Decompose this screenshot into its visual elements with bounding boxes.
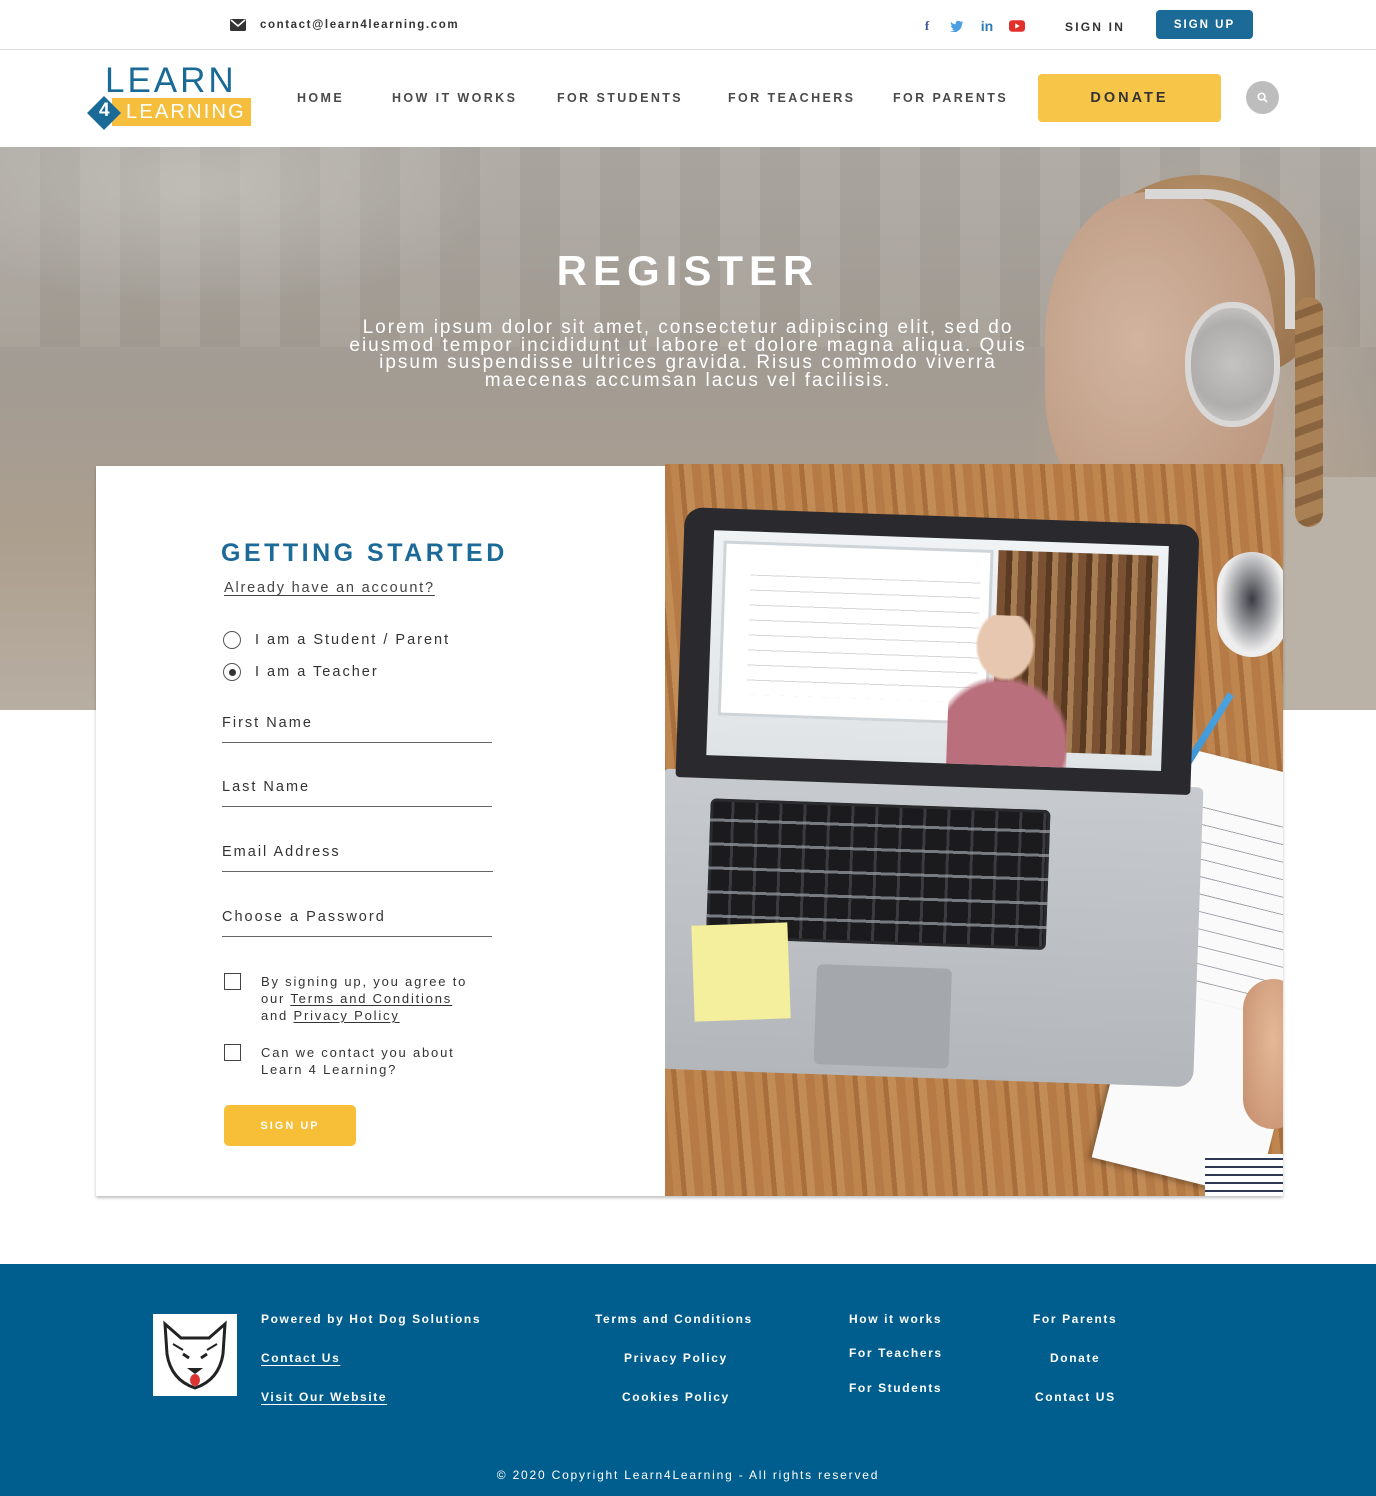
radio-circle bbox=[223, 631, 241, 649]
footer-for-students-link[interactable]: For Students bbox=[849, 1381, 942, 1395]
husky-dog-icon bbox=[163, 1320, 227, 1390]
first-name-field bbox=[222, 707, 492, 743]
role-teacher-radio[interactable]: I am a Teacher bbox=[223, 663, 379, 681]
nav-how-it-works[interactable]: HOW IT WORKS bbox=[392, 91, 517, 105]
laptop-photo bbox=[665, 464, 1283, 1196]
email-field bbox=[222, 836, 493, 872]
nav-for-parents[interactable]: FOR PARENTS bbox=[893, 91, 1008, 105]
privacy-policy-link[interactable]: Privacy Policy bbox=[294, 1008, 400, 1023]
logo-learn-text: LEARN bbox=[105, 61, 237, 100]
logo-learning-text: LEARNING bbox=[126, 101, 246, 123]
footer: Powered by Hot Dog Solutions Contact Us … bbox=[0, 1264, 1376, 1496]
footer-for-parents-link[interactable]: For Parents bbox=[1033, 1312, 1117, 1326]
footer-privacy-link[interactable]: Privacy Policy bbox=[624, 1351, 728, 1365]
terms-and: and bbox=[261, 1008, 294, 1023]
sign-up-button[interactable]: SIGN UP bbox=[1156, 10, 1253, 39]
twitter-icon[interactable] bbox=[947, 18, 967, 34]
footer-contact-link[interactable]: Contact US bbox=[1035, 1390, 1116, 1404]
terms-our: our bbox=[261, 991, 291, 1006]
footer-for-teachers-link[interactable]: For Teachers bbox=[849, 1346, 943, 1360]
photo-sleeve bbox=[1205, 1154, 1283, 1196]
linkedin-icon[interactable]: in bbox=[977, 18, 997, 34]
radio-label: I am a Student / Parent bbox=[255, 632, 451, 648]
logo-bar: LEARNING bbox=[112, 98, 251, 126]
nav-for-teachers[interactable]: FOR TEACHERS bbox=[728, 91, 855, 105]
photo-pencil-cup bbox=[1217, 552, 1283, 657]
logo-four: 4 bbox=[99, 100, 110, 121]
hot-dog-solutions-logo bbox=[153, 1314, 237, 1396]
last-name-input[interactable] bbox=[222, 771, 492, 803]
password-field bbox=[222, 901, 492, 937]
nav-home[interactable]: HOME bbox=[297, 91, 344, 105]
site-logo[interactable]: LEARN LEARNING 4 bbox=[87, 61, 254, 130]
radio-circle-selected bbox=[223, 663, 241, 681]
sign-in-link[interactable]: SIGN IN bbox=[1065, 20, 1125, 34]
terms-checkbox[interactable] bbox=[224, 973, 241, 990]
teacher-figure bbox=[946, 613, 1072, 768]
contact-email-link[interactable]: contact@learn4learning.com bbox=[230, 18, 459, 32]
contact-consent-text: Can we contact you about Learn 4 Learnin… bbox=[261, 1044, 455, 1078]
radio-label: I am a Teacher bbox=[255, 664, 379, 680]
search-icon bbox=[1257, 92, 1268, 103]
footer-powered-by: Powered by Hot Dog Solutions bbox=[261, 1312, 482, 1326]
youtube-icon[interactable] bbox=[1007, 18, 1027, 34]
email-input[interactable] bbox=[222, 836, 493, 868]
form-heading: GETTING STARTED bbox=[221, 539, 508, 567]
top-bar: contact@learn4learning.com f in SIGN IN … bbox=[0, 0, 1376, 50]
whiteboard-writing bbox=[746, 574, 981, 703]
already-have-account-link[interactable]: Already have an account? bbox=[224, 580, 435, 596]
copyright: © 2020 Copyright Learn4Learning - All ri… bbox=[496, 1468, 880, 1482]
first-name-input[interactable] bbox=[222, 707, 492, 739]
role-student-parent-radio[interactable]: I am a Student / Parent bbox=[223, 631, 450, 649]
nav-for-students[interactable]: FOR STUDENTS bbox=[557, 91, 683, 105]
laptop-screen bbox=[706, 530, 1169, 771]
register-page: contact@learn4learning.com f in SIGN IN … bbox=[0, 0, 1376, 1496]
register-form: GETTING STARTED Already have an account?… bbox=[96, 466, 665, 1196]
photo-hand bbox=[1243, 979, 1283, 1129]
page-title: REGISTER bbox=[556, 247, 820, 294]
contact-email: contact@learn4learning.com bbox=[260, 19, 460, 31]
hero-text: Lorem ipsum dolor sit amet, consectetur … bbox=[349, 317, 1027, 391]
laptop-trackpad bbox=[813, 964, 952, 1069]
last-name-field bbox=[222, 771, 492, 807]
footer-donate-link[interactable]: Donate bbox=[1050, 1351, 1100, 1365]
password-input[interactable] bbox=[222, 901, 492, 933]
footer-visit-website-link[interactable]: Visit Our Website bbox=[261, 1390, 387, 1404]
submit-sign-up-button[interactable]: SIGN UP bbox=[224, 1105, 356, 1146]
terms-link[interactable]: Terms and Conditions bbox=[290, 991, 452, 1006]
laptop-lid bbox=[675, 507, 1200, 795]
social-links: f in bbox=[917, 18, 1027, 34]
donate-button[interactable]: DONATE bbox=[1038, 74, 1221, 122]
terms-line-1: By signing up, you agree to bbox=[261, 974, 468, 989]
photo-sticky-note bbox=[691, 922, 791, 1022]
contact-line-1: Can we contact you about bbox=[261, 1045, 455, 1060]
footer-cookies-link[interactable]: Cookies Policy bbox=[622, 1390, 730, 1404]
contact-line-2: Learn 4 Learning? bbox=[261, 1062, 398, 1077]
search-button[interactable] bbox=[1246, 81, 1279, 114]
terms-line-2: our Terms and Conditions bbox=[261, 990, 467, 1007]
mail-icon bbox=[230, 19, 246, 31]
register-card: GETTING STARTED Already have an account?… bbox=[96, 464, 1283, 1196]
footer-how-it-works-link[interactable]: How it works bbox=[849, 1312, 942, 1326]
main-nav: LEARN LEARNING 4 HOME HOW IT WORKS FOR S… bbox=[0, 50, 1376, 147]
footer-contact-us-link[interactable]: Contact Us bbox=[261, 1351, 340, 1365]
facebook-icon[interactable]: f bbox=[917, 18, 937, 34]
terms-consent-text: By signing up, you agree to our Terms an… bbox=[261, 973, 467, 1024]
footer-terms-link[interactable]: Terms and Conditions bbox=[595, 1312, 753, 1326]
contact-consent-checkbox[interactable] bbox=[224, 1044, 241, 1061]
terms-line-3: and Privacy Policy bbox=[261, 1007, 467, 1024]
